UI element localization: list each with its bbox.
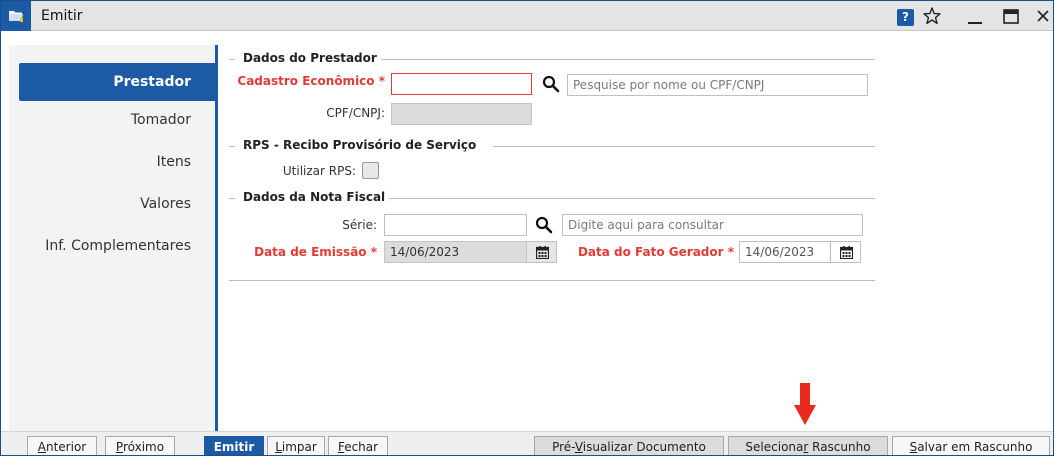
cpf-label: CPF/CNPJ: xyxy=(326,106,385,120)
data-emissao-field: 14/06/2023 xyxy=(384,241,527,263)
action-bar: Anterior Próximo Emitir Limpar Fechar Pr… xyxy=(1,431,1053,455)
sidebar-item-tomador[interactable]: Tomador xyxy=(19,101,201,139)
selecionar-rascunho-button[interactable]: Selecionar Rascunho xyxy=(728,436,888,455)
app-icon-box xyxy=(1,1,31,31)
sidebar: Prestador Tomador Itens Valores Inf. Com… xyxy=(9,45,218,431)
serie-search-input[interactable]: Digite aqui para consultar xyxy=(562,214,863,236)
data-fato-calendar-button[interactable] xyxy=(830,241,861,263)
close-icon[interactable] xyxy=(1033,5,1053,27)
data-emissao-calendar-button[interactable] xyxy=(527,241,557,263)
cadastro-economico-input[interactable] xyxy=(391,73,532,95)
search-placeholder: Digite aqui para consultar xyxy=(568,218,724,232)
salvar-em-rascunho-button[interactable]: Salvar em Rascunho xyxy=(892,436,1050,455)
maximize-icon[interactable] xyxy=(1000,5,1022,27)
emitir-window: Emitir ? Prestador Tomador Itens Valores… xyxy=(0,0,1054,456)
calendar-icon xyxy=(840,246,853,259)
sidebar-item-inf-complementares[interactable]: Inf. Complementares xyxy=(19,227,201,265)
help-icon[interactable]: ? xyxy=(897,9,914,26)
calendar-icon xyxy=(536,246,549,259)
serie-input[interactable] xyxy=(384,214,527,236)
emitir-button[interactable]: Emitir xyxy=(204,436,264,455)
minimize-icon[interactable] xyxy=(964,5,986,27)
serie-label: Série: xyxy=(342,218,377,232)
pre-visualizar-documento-button[interactable]: Pré-Visualizar Documento xyxy=(534,436,724,455)
section-prestador: Dados do Prestador Cadastro Econômico * … xyxy=(229,51,875,131)
search-placeholder: Pesquise por nome ou CPF/CNPJ xyxy=(573,78,765,92)
section-legend: Dados do Prestador xyxy=(239,51,381,65)
limpar-button[interactable]: Limpar xyxy=(267,436,325,455)
search-icon[interactable] xyxy=(535,216,553,234)
section-legend: Dados da Nota Fiscal xyxy=(239,190,390,204)
anterior-button[interactable]: Anterior xyxy=(27,436,97,455)
section-legend: RPS - Recibo Provisório de Serviço xyxy=(239,138,481,152)
cadastro-label: Cadastro Econômico * xyxy=(237,74,385,88)
data-fato-gerador-label: Data do Fato Gerador * xyxy=(577,245,734,259)
sidebar-item-itens[interactable]: Itens xyxy=(19,143,201,181)
prestador-search-input[interactable]: Pesquise por nome ou CPF/CNPJ xyxy=(567,74,868,96)
down-arrow-icon xyxy=(794,383,816,425)
utilizar-rps-label: Utilizar RPS: xyxy=(282,164,356,178)
utilizar-rps-checkbox[interactable] xyxy=(362,162,379,179)
data-emissao-label: Data de Emissão * xyxy=(254,245,377,259)
sidebar-item-valores[interactable]: Valores xyxy=(19,185,201,223)
section-nota-fiscal: Dados da Nota Fiscal Série: Digite aqui … xyxy=(229,190,875,282)
section-rps: RPS - Recibo Provisório de Serviço Utili… xyxy=(229,138,875,188)
title-bar: Emitir ? xyxy=(1,1,1053,31)
proximo-button[interactable]: Próximo xyxy=(105,436,175,455)
search-icon[interactable] xyxy=(542,75,560,93)
cpf-cnpj-field xyxy=(391,103,532,125)
folder-icon xyxy=(9,11,23,22)
fechar-button[interactable]: Fechar xyxy=(328,436,388,455)
window-title: Emitir xyxy=(41,8,83,24)
star-icon[interactable] xyxy=(922,5,942,27)
sidebar-item-prestador[interactable]: Prestador xyxy=(19,63,215,101)
data-fato-gerador-input[interactable]: 14/06/2023 xyxy=(739,241,831,263)
